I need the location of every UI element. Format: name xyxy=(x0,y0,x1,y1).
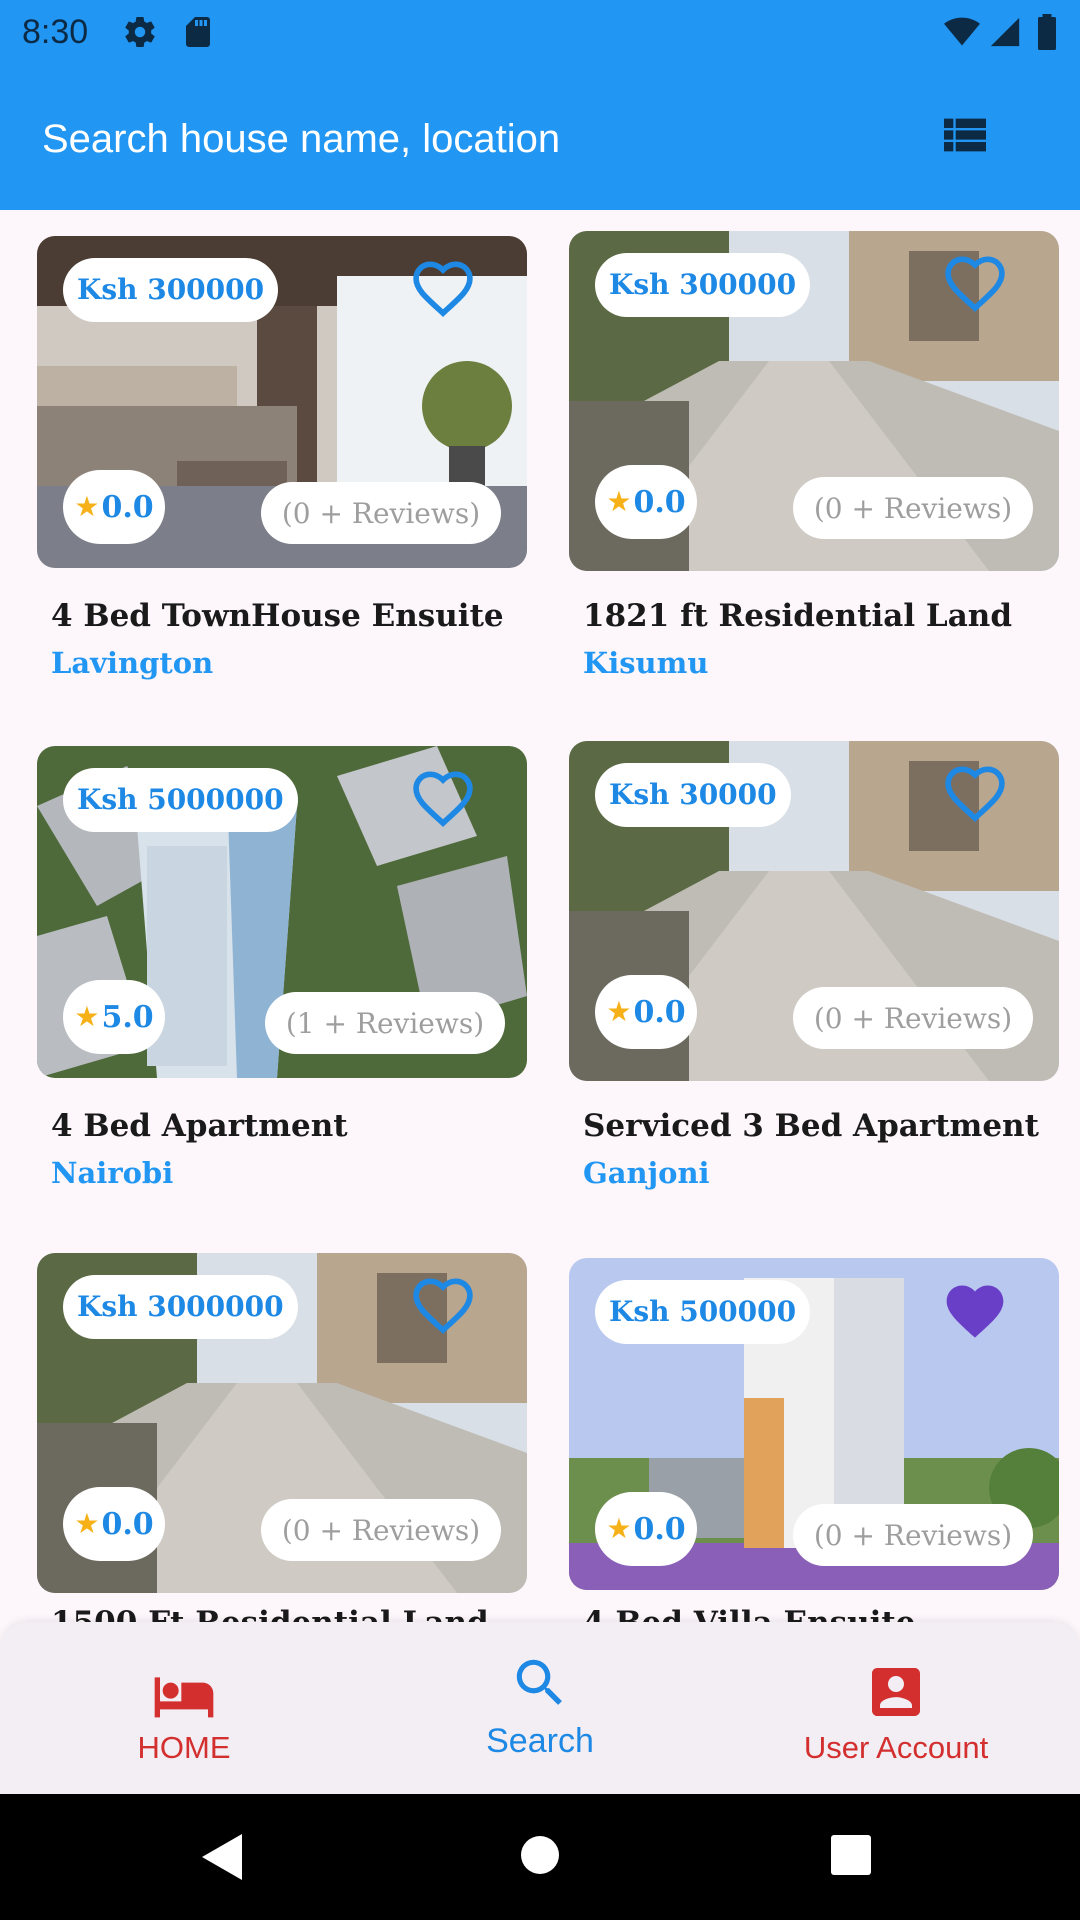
listing-card[interactable]: Ksh 500000 ★ 0.0 (0 + Reviews) 4 Bed Vil… xyxy=(569,1258,1059,1622)
price-badge: Ksh 30000 xyxy=(595,763,791,827)
listing-card[interactable]: Ksh 30000 ★ 0.0 (0 + Reviews) Serviced 3… xyxy=(569,741,1059,1221)
favorite-button[interactable] xyxy=(405,766,481,836)
reviews-badge: (1 + Reviews) xyxy=(265,992,505,1054)
favorite-button[interactable] xyxy=(937,761,1013,831)
search-title[interactable]: Search house name, location xyxy=(42,112,560,166)
battery-icon xyxy=(1036,14,1062,50)
sd-card-icon xyxy=(180,14,216,50)
rating-value: 0.0 xyxy=(633,484,686,520)
rating-badge: ★ 0.0 xyxy=(595,1492,697,1566)
listing-card[interactable]: Ksh 3000000 ★ 0.0 (0 + Reviews) 1500 Ft … xyxy=(37,1253,527,1622)
search-icon xyxy=(509,1652,571,1719)
back-icon[interactable] xyxy=(202,1834,242,1885)
status-time: 8:30 xyxy=(22,13,89,51)
heart-filled-icon xyxy=(941,1277,1009,1350)
settings-icon xyxy=(122,14,158,50)
listing-title: 4 Bed Apartment xyxy=(51,1108,348,1144)
rating-value: 0.0 xyxy=(633,994,686,1030)
price-badge: Ksh 5000000 xyxy=(63,768,298,832)
rating-value: 5.0 xyxy=(101,999,154,1035)
listing-location: Ganjoni xyxy=(583,1156,710,1190)
account-box-icon xyxy=(864,1660,928,1729)
rating-badge: ★ 5.0 xyxy=(63,980,165,1054)
rating-value: 0.0 xyxy=(101,489,154,525)
view-list-icon xyxy=(937,107,993,168)
listing-location: Kisumu xyxy=(583,646,709,680)
nav-label-home: HOME xyxy=(137,1730,231,1765)
nav-item-search[interactable]: Search xyxy=(360,1622,720,1794)
reviews-badge: (0 + Reviews) xyxy=(793,987,1033,1049)
listing-title: 1821 ft Residential Land xyxy=(583,598,1013,634)
heart-outline-icon xyxy=(409,1272,477,1345)
recents-icon[interactable] xyxy=(831,1835,871,1880)
rating-value: 0.0 xyxy=(633,1511,686,1547)
reviews-badge: (0 + Reviews) xyxy=(261,1499,501,1561)
star-icon: ★ xyxy=(74,491,100,522)
app-bar: 8:30 Search house name, location xyxy=(0,0,1080,210)
favorite-button[interactable] xyxy=(937,251,1013,321)
favorite-button[interactable] xyxy=(405,256,481,326)
reviews-badge: (0 + Reviews) xyxy=(261,482,501,544)
star-icon: ★ xyxy=(606,1513,632,1544)
home-circle-icon[interactable] xyxy=(520,1835,560,1880)
reviews-badge: (0 + Reviews) xyxy=(793,477,1033,539)
star-icon: ★ xyxy=(606,996,632,1027)
price-badge: Ksh 3000000 xyxy=(63,1275,298,1339)
rating-badge: ★ 0.0 xyxy=(595,975,697,1049)
heart-outline-icon xyxy=(409,255,477,328)
nav-label-user-account: User Account xyxy=(803,1730,989,1765)
favorite-button[interactable] xyxy=(405,1273,481,1343)
rating-badge: ★ 0.0 xyxy=(63,1487,165,1561)
favorite-button[interactable] xyxy=(937,1278,1013,1348)
bed-icon xyxy=(152,1664,216,1733)
price-badge: Ksh 500000 xyxy=(595,1280,811,1344)
nav-item-user-account[interactable]: User Account xyxy=(716,1622,1076,1794)
system-navigation-bar xyxy=(0,1794,1080,1920)
view-list-button[interactable] xyxy=(930,105,1000,169)
bottom-navigation: HOME Search User Account xyxy=(0,1622,1080,1794)
listing-location: Nairobi xyxy=(51,1156,174,1190)
listing-card[interactable]: Ksh 5000000 ★ 5.0 (1 + Reviews) 4 Bed Ap… xyxy=(37,746,527,1226)
nav-label-search: Search xyxy=(486,1722,594,1760)
listing-title: 4 Bed TownHouse Ensuite xyxy=(51,598,504,634)
heart-outline-icon xyxy=(941,250,1009,323)
price-badge: Ksh 300000 xyxy=(63,258,279,322)
listing-location: Lavington xyxy=(51,646,214,680)
rating-badge: ★ 0.0 xyxy=(63,470,165,544)
listing-grid: Ksh 300000 ★ 0.0 (0 + Reviews) 4 Bed Tow… xyxy=(0,210,1080,1622)
listing-card[interactable]: Ksh 300000 ★ 0.0 (0 + Reviews) 4 Bed Tow… xyxy=(37,236,527,716)
signal-icon xyxy=(988,14,1024,50)
star-icon: ★ xyxy=(606,486,632,517)
listing-title: 1500 Ft Residential Land xyxy=(51,1605,489,1622)
heart-outline-icon xyxy=(941,760,1009,833)
heart-outline-icon xyxy=(409,765,477,838)
price-badge: Ksh 300000 xyxy=(595,253,811,317)
rating-badge: ★ 0.0 xyxy=(595,465,697,539)
star-icon: ★ xyxy=(74,1001,100,1032)
nav-item-home[interactable]: HOME xyxy=(4,1622,364,1794)
rating-value: 0.0 xyxy=(101,1506,154,1542)
wifi-icon xyxy=(942,14,982,50)
star-icon: ★ xyxy=(74,1508,100,1539)
listing-card[interactable]: Ksh 300000 ★ 0.0 (0 + Reviews) 1821 ft R… xyxy=(569,231,1059,711)
listing-title: Serviced 3 Bed Apartment xyxy=(583,1108,1039,1144)
listing-title: 4 Bed Villa Ensuite xyxy=(583,1605,915,1622)
reviews-badge: (0 + Reviews) xyxy=(793,1504,1033,1566)
